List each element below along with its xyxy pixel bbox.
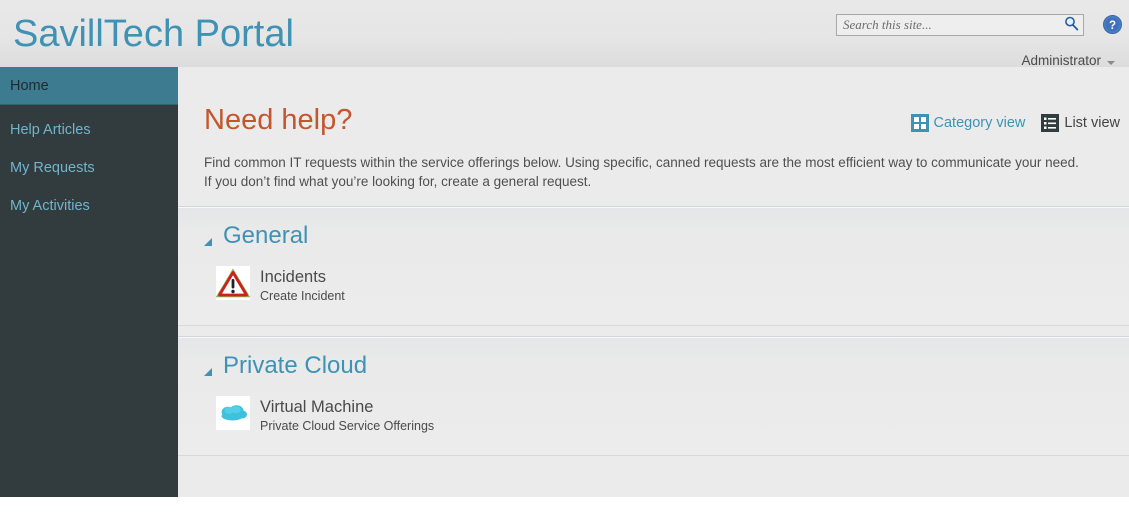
search-button[interactable] <box>1059 15 1083 35</box>
offering-name: Virtual Machine <box>260 398 374 416</box>
intro-text: Find common IT requests within the servi… <box>204 137 1103 191</box>
sidebar-item-label: My Requests <box>10 160 95 176</box>
category-view-label: Category view <box>933 115 1026 131</box>
warning-triangle-icon <box>215 266 251 300</box>
cloud-icon <box>216 396 250 430</box>
offering-incidents[interactable]: Incidents Create Incident <box>204 250 345 325</box>
content-area: Need help? Find common IT requests withi… <box>178 67 1129 497</box>
list-view-button[interactable]: List view <box>1041 114 1120 132</box>
offering-name: Incidents <box>260 268 327 286</box>
intro-line-1: Find common IT requests within the servi… <box>204 155 1079 170</box>
collapse-triangle-icon <box>204 364 213 376</box>
search-icon <box>1064 16 1079 34</box>
offering-virtual-machine[interactable]: Virtual Machine Private Cloud Service Of… <box>204 380 434 455</box>
section-header-general[interactable]: General <box>204 207 1103 250</box>
sidebar-item-label: Help Articles <box>10 122 91 138</box>
grid-view-icon <box>910 114 929 132</box>
section-header-private-cloud[interactable]: Private Cloud <box>204 337 1103 380</box>
collapse-triangle-icon <box>204 234 213 246</box>
sidebar-item-label: Home <box>10 77 49 94</box>
svg-text:?: ? <box>1109 20 1116 32</box>
category-view-button[interactable]: Category view <box>910 114 1026 132</box>
intro-line-2: If you don’t find what you’re looking fo… <box>204 174 592 189</box>
offering-description: Private Cloud Service Offerings <box>260 419 435 433</box>
sidebar-item-help-articles[interactable]: Help Articles <box>0 111 178 149</box>
section-title: General <box>223 222 309 249</box>
list-view-label: List view <box>1064 115 1120 131</box>
help-button[interactable]: ? <box>1103 15 1122 34</box>
offering-description: Create Incident <box>260 289 345 303</box>
help-circle-icon: ? <box>1103 15 1122 38</box>
section-title: Private Cloud <box>223 352 368 379</box>
section-general: General Incidents Create Incident <box>178 206 1129 326</box>
app-header: SavillTech Portal ? Administrator <box>0 0 1129 68</box>
offering-text: Incidents Create Incident <box>260 266 345 305</box>
site-title: SavillTech Portal <box>13 13 294 55</box>
sidebar-item-my-activities[interactable]: My Activities <box>0 187 178 225</box>
search-input[interactable] <box>837 16 1059 34</box>
sidebar-item-my-requests[interactable]: My Requests <box>0 149 178 187</box>
page-header: Need help? Find common IT requests withi… <box>178 67 1129 206</box>
search-box[interactable] <box>836 14 1084 36</box>
sidebar-item-home[interactable]: Home <box>0 67 178 105</box>
list-view-icon <box>1041 114 1060 132</box>
section-divider <box>178 326 1129 336</box>
main-shell: Home Help Articles My Requests My Activi… <box>0 67 1129 497</box>
chevron-down-icon <box>1107 60 1115 65</box>
section-private-cloud: Private Cloud Virtual Machine Private Cl… <box>178 336 1129 456</box>
view-toggle-group: Category view List view <box>910 114 1120 132</box>
sidebar-item-label: My Activities <box>10 198 90 214</box>
offering-text: Virtual Machine Private Cloud Service Of… <box>260 396 434 435</box>
sidebar-nav: Home Help Articles My Requests My Activi… <box>0 67 178 497</box>
